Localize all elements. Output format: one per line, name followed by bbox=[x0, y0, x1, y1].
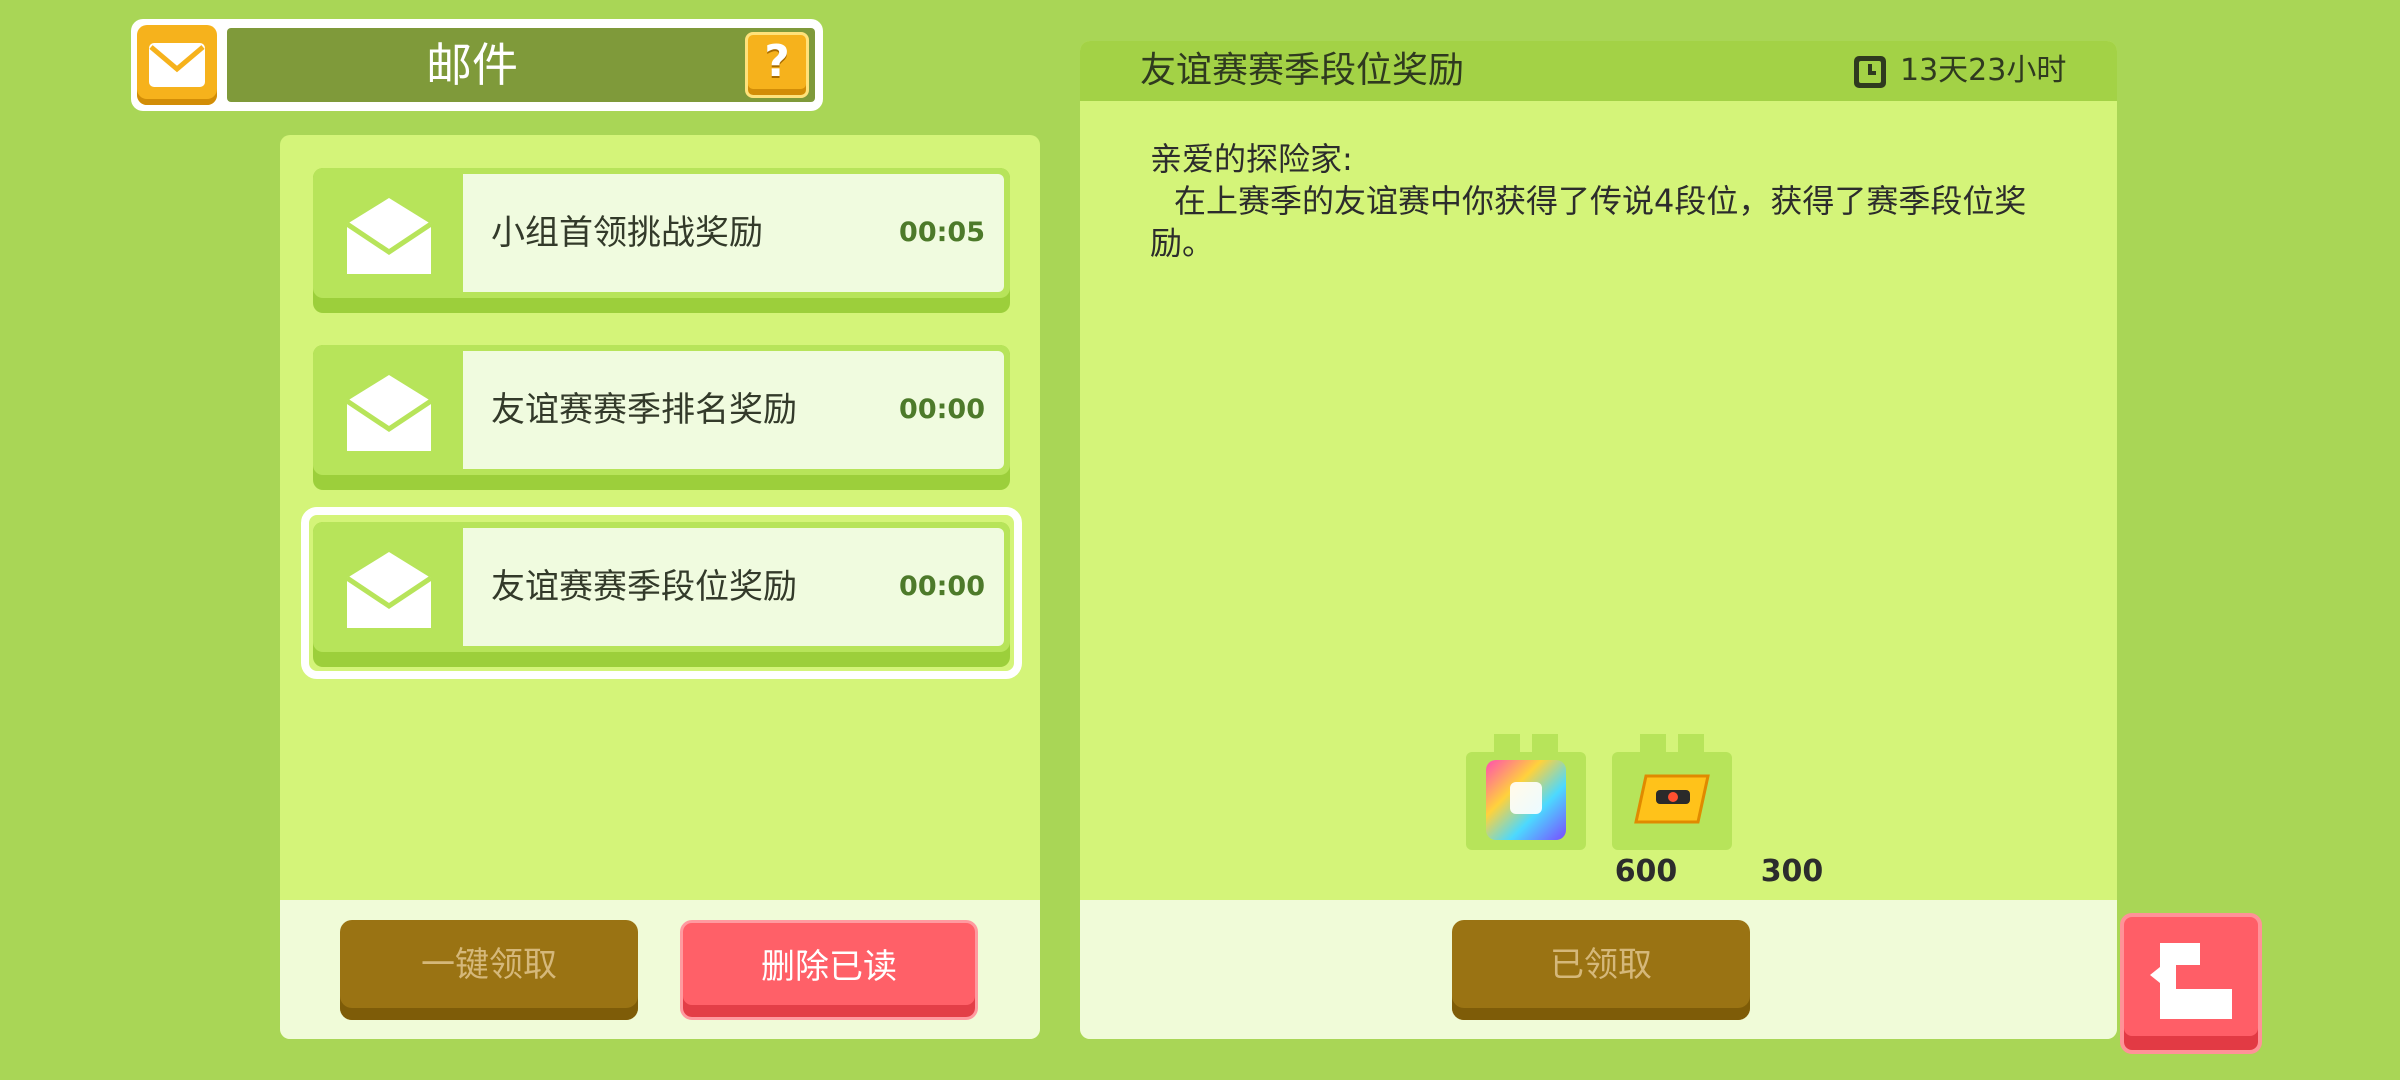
ticket-icon bbox=[1612, 734, 1732, 850]
mail-icon bbox=[137, 25, 217, 105]
reward-item[interactable]: 600 bbox=[1466, 730, 1677, 889]
mail-time: 00:05 bbox=[899, 217, 985, 248]
reward-count: 300 bbox=[1760, 854, 1824, 889]
question-icon: ? bbox=[764, 36, 790, 87]
mail-item[interactable]: 友谊赛赛季排名奖励 00:00 bbox=[313, 345, 1010, 490]
reward-count: 600 bbox=[1614, 854, 1678, 889]
mail-body: 亲爱的探险家: 在上赛季的友谊赛中你获得了传说4段位，获得了赛季段位奖励。 bbox=[1150, 138, 2050, 264]
mail-detail-title: 友谊赛赛季段位奖励 bbox=[1140, 50, 1465, 91]
mail-item-selected[interactable]: 友谊赛赛季段位奖励 00:00 bbox=[313, 522, 1010, 667]
envelope-open-icon bbox=[345, 375, 433, 451]
return-arrow-icon bbox=[2150, 943, 2232, 1019]
mail-message: 在上赛季的友谊赛中你获得了传说4段位，获得了赛季段位奖励。 bbox=[1150, 182, 2027, 262]
help-button[interactable]: ? bbox=[745, 32, 809, 98]
expiry-timer: 13天23小时 bbox=[1900, 53, 2067, 88]
mail-greeting: 亲爱的探险家: bbox=[1150, 140, 1353, 178]
delete-read-button[interactable]: 删除已读 bbox=[680, 920, 978, 1020]
mail-item[interactable]: 小组首领挑战奖励 00:05 bbox=[313, 168, 1010, 313]
mail-time: 00:00 bbox=[899, 571, 985, 602]
back-button[interactable] bbox=[2120, 913, 2262, 1054]
mail-subject: 小组首领挑战奖励 bbox=[491, 213, 763, 253]
rainbow-cube-icon bbox=[1466, 734, 1586, 850]
page-title: 邮件 bbox=[426, 38, 518, 92]
envelope-open-icon bbox=[345, 198, 433, 274]
claim-all-button[interactable]: 一键领取 bbox=[340, 920, 638, 1020]
mail-subject: 友谊赛赛季段位奖励 bbox=[491, 567, 797, 607]
envelope-open-icon bbox=[345, 552, 433, 628]
mail-subject: 友谊赛赛季排名奖励 bbox=[491, 390, 797, 430]
claimed-button[interactable]: 已领取 bbox=[1452, 920, 1750, 1020]
reward-item[interactable]: 300 bbox=[1612, 730, 1823, 889]
clock-icon bbox=[1854, 56, 1886, 88]
mail-time: 00:00 bbox=[899, 394, 985, 425]
